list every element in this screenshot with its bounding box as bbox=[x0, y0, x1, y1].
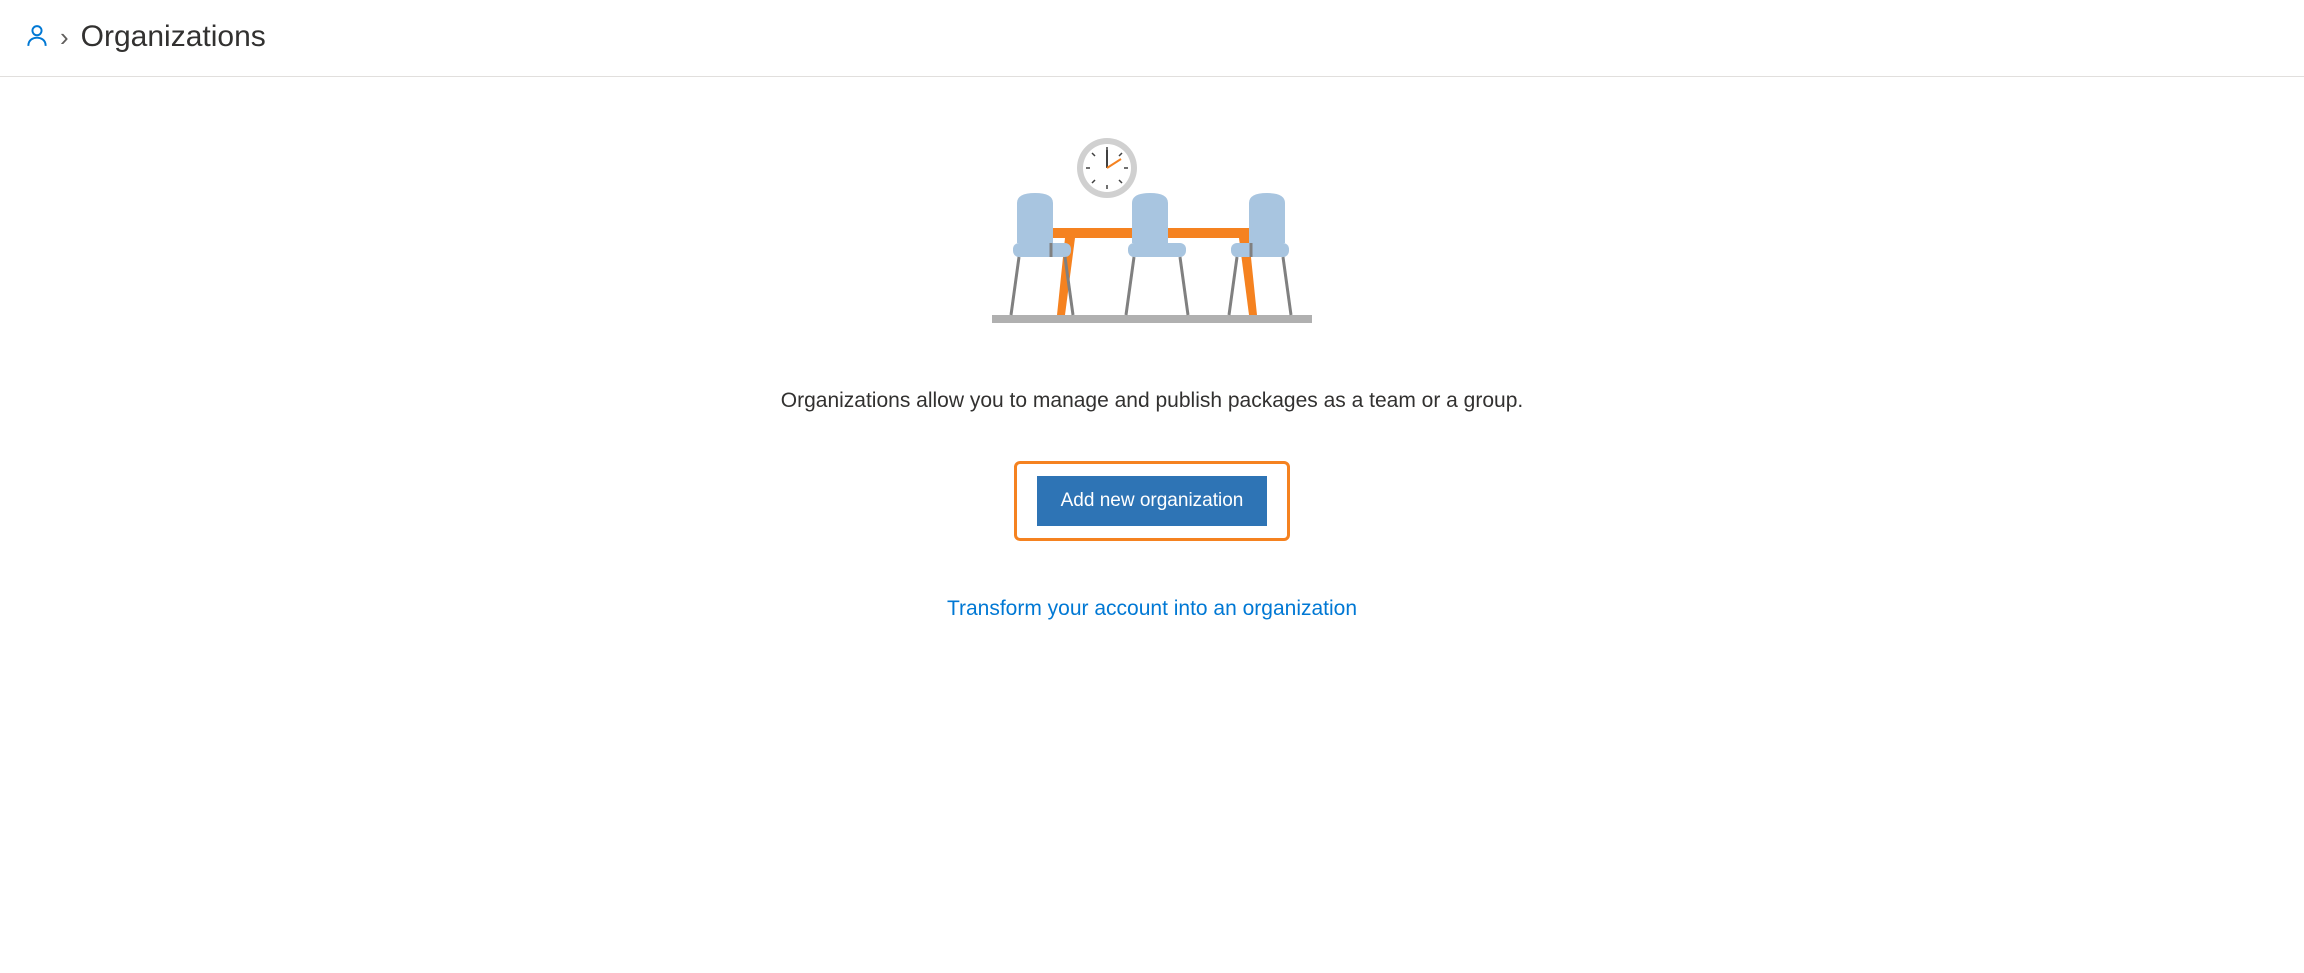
empty-state-illustration bbox=[987, 133, 1317, 333]
user-icon[interactable] bbox=[24, 22, 60, 53]
page-title: Organizations bbox=[81, 20, 266, 54]
main-content: Organizations allow you to manage and pu… bbox=[0, 77, 2304, 621]
empty-state-description: Organizations allow you to manage and pu… bbox=[781, 389, 1523, 413]
add-new-organization-button[interactable]: Add new organization bbox=[1037, 476, 1268, 526]
breadcrumb: › Organizations bbox=[0, 0, 2304, 77]
highlight-box: Add new organization bbox=[1014, 461, 1291, 541]
chevron-right-icon: › bbox=[60, 22, 69, 53]
transform-account-link[interactable]: Transform your account into an organizat… bbox=[947, 597, 1357, 621]
